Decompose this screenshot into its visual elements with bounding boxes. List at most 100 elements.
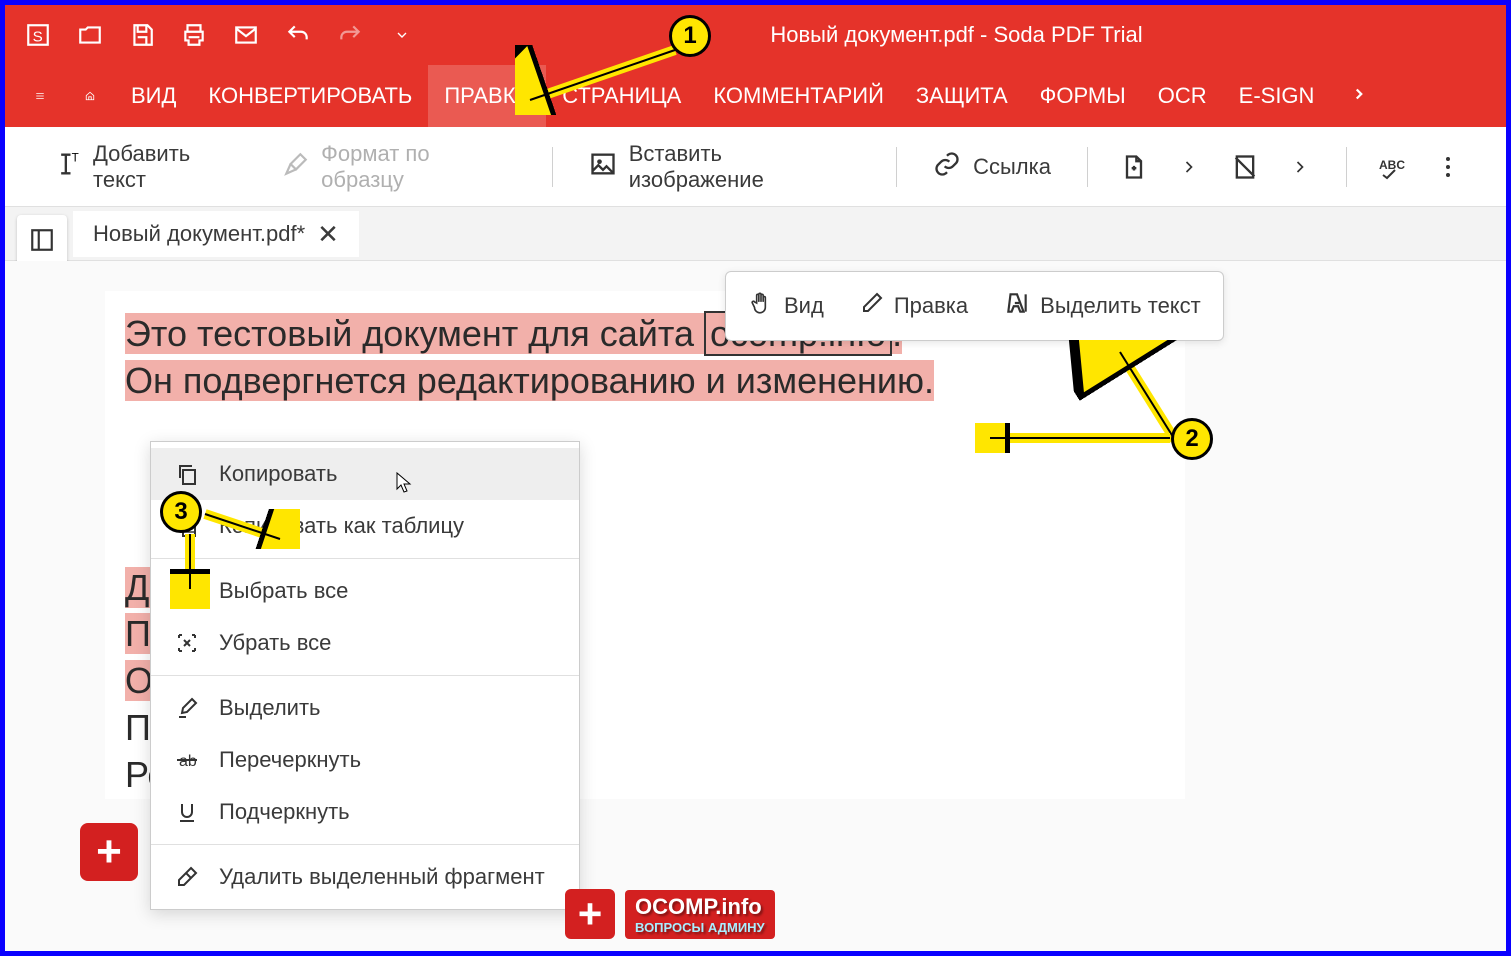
selection-toolbar: Вид Правка Выделить текст <box>725 271 1224 341</box>
tab-comment[interactable]: КОММЕНТАРИЙ <box>697 65 900 127</box>
format-painter-label: Формат по образцу <box>321 141 516 193</box>
panel-layout-icon[interactable] <box>27 225 57 255</box>
add-page-icon[interactable] <box>1112 145 1156 189</box>
tab-forms[interactable]: ФОРМЫ <box>1024 65 1142 127</box>
text-line-2: Он подвергнется редактированию и изменен… <box>125 360 934 401</box>
home-icon[interactable] <box>65 82 115 110</box>
tab-esign[interactable]: E-SIGN <box>1223 65 1331 127</box>
ctx-deselect-all[interactable]: Убрать все <box>151 617 579 669</box>
app-logo-icon: S <box>23 20 53 50</box>
cursor-icon <box>395 471 415 495</box>
strikethrough-icon: ab <box>173 746 201 774</box>
ctx-select-all[interactable]: A Выбрать все <box>151 565 579 617</box>
annotation-arrow-2b <box>975 423 1185 453</box>
edit-mode-label: Правка <box>894 293 968 319</box>
view-mode-button[interactable]: Вид <box>730 280 842 332</box>
text-line-1a: Это тестовый документ для сайта <box>125 313 704 354</box>
annotation-3: 3 <box>160 491 202 533</box>
content-area: Вид Правка Выделить текст Это тестовый д… <box>5 261 1506 951</box>
brush-icon <box>283 151 309 183</box>
svg-text:ab: ab <box>179 753 197 770</box>
hamburger-menu-icon[interactable] <box>15 82 65 110</box>
svg-text:ABC: ABC <box>1379 158 1405 172</box>
edit-mode-button[interactable]: Правка <box>842 281 986 331</box>
annotation-1: 1 <box>669 15 711 57</box>
highlight-icon <box>173 694 201 722</box>
spellcheck-icon[interactable]: ABC <box>1371 145 1415 189</box>
chevron-right-icon[interactable] <box>1167 145 1211 189</box>
close-tab-icon[interactable]: ✕ <box>317 221 339 247</box>
svg-text:T: T <box>72 151 79 164</box>
insert-image-button[interactable]: Вставить изображение <box>571 131 878 203</box>
print-icon[interactable] <box>179 20 209 50</box>
toolbar-separator <box>1087 147 1088 187</box>
ctx-copy-label: Копировать <box>219 461 337 487</box>
ctx-copy[interactable]: Копировать <box>151 448 579 500</box>
underline-icon <box>173 798 201 826</box>
edit-page-icon[interactable] <box>1223 145 1267 189</box>
ctx-underline[interactable]: Подчеркнуть <box>151 786 579 838</box>
plus-badge-icon: + <box>80 823 138 881</box>
deselect-all-icon <box>173 629 201 657</box>
ctx-strikethrough[interactable]: ab Перечеркнуть <box>151 734 579 786</box>
annotation-arrow-3b <box>170 529 210 609</box>
tab-convert[interactable]: КОНВЕРТИРОВАТЬ <box>192 65 428 127</box>
erase-icon <box>173 863 201 891</box>
add-text-label: Добавить текст <box>93 141 247 193</box>
annotation-2: 2 <box>1171 418 1213 460</box>
link-button[interactable]: Ссылка <box>915 140 1069 194</box>
document-tab-name: Новый документ.pdf* <box>93 221 305 247</box>
redo-icon[interactable] <box>335 20 365 50</box>
toolbar-separator <box>552 147 553 187</box>
copy-icon <box>173 460 201 488</box>
ctx-delete-fragment[interactable]: Удалить выделенный фрагмент <box>151 851 579 903</box>
select-text-button[interactable]: Выделить текст <box>986 280 1219 332</box>
ocomp-watermark: + OCOMP.info ВОПРОСЫ АДМИНУ <box>565 889 775 939</box>
ctx-select-all-label: Выбрать все <box>219 578 348 604</box>
undo-icon[interactable] <box>283 20 313 50</box>
open-icon[interactable] <box>75 20 105 50</box>
more-icon[interactable] <box>1426 145 1470 189</box>
tab-view[interactable]: ВИД <box>115 65 192 127</box>
ctx-delete-label: Удалить выделенный фрагмент <box>219 864 545 890</box>
toolbar-separator <box>1346 147 1347 187</box>
format-painter-button[interactable]: Формат по образцу <box>265 131 534 203</box>
annotation-arrow-3a <box>200 509 300 549</box>
titlebar: S Новый документ.pdf - Soda PDF Trial <box>5 5 1506 65</box>
save-icon[interactable] <box>127 20 157 50</box>
document-tab[interactable]: Новый документ.pdf* ✕ <box>73 211 359 257</box>
link-icon <box>933 150 961 184</box>
ctx-highlight-label: Выделить <box>219 695 321 721</box>
view-mode-label: Вид <box>784 293 824 319</box>
ctx-separator <box>151 675 579 676</box>
add-text-button[interactable]: T Добавить текст <box>35 131 265 203</box>
document-tabstrip: Новый документ.pdf* ✕ <box>5 207 1506 261</box>
ctx-separator <box>151 558 579 559</box>
select-text-label: Выделить текст <box>1040 293 1201 319</box>
ctx-separator <box>151 844 579 845</box>
dropdown-icon[interactable] <box>387 20 417 50</box>
annotation-arrow-1 <box>515 45 685 115</box>
toolbar-separator <box>896 147 897 187</box>
insert-image-label: Вставить изображение <box>629 141 860 193</box>
tabs-more-icon[interactable] <box>1330 85 1388 108</box>
text-cursor-icon: T <box>53 150 81 184</box>
hand-icon <box>748 290 774 322</box>
image-icon <box>589 150 617 184</box>
link-label: Ссылка <box>973 154 1051 180</box>
text-select-icon <box>1004 290 1030 322</box>
ctx-strikethrough-label: Перечеркнуть <box>219 747 361 773</box>
logo-text: OCOMP.info ВОПРОСЫ АДМИНУ <box>625 890 775 939</box>
tab-ocr[interactable]: OCR <box>1142 65 1223 127</box>
pencil-icon <box>860 291 884 321</box>
svg-text:S: S <box>33 29 43 46</box>
ribbon-tabs: ВИД КОНВЕРТИРОВАТЬ ПРАВКА СТРАНИЦА КОММЕ… <box>5 65 1506 127</box>
ctx-deselect-all-label: Убрать все <box>219 630 331 656</box>
tab-protect[interactable]: ЗАЩИТА <box>900 65 1024 127</box>
ctx-highlight[interactable]: Выделить <box>151 682 579 734</box>
email-icon[interactable] <box>231 20 261 50</box>
chevron-right-icon[interactable] <box>1278 145 1322 189</box>
ctx-underline-label: Подчеркнуть <box>219 799 350 825</box>
toolbar: T Добавить текст Формат по образцу Встав… <box>5 127 1506 207</box>
logo-plus-icon: + <box>565 889 615 939</box>
